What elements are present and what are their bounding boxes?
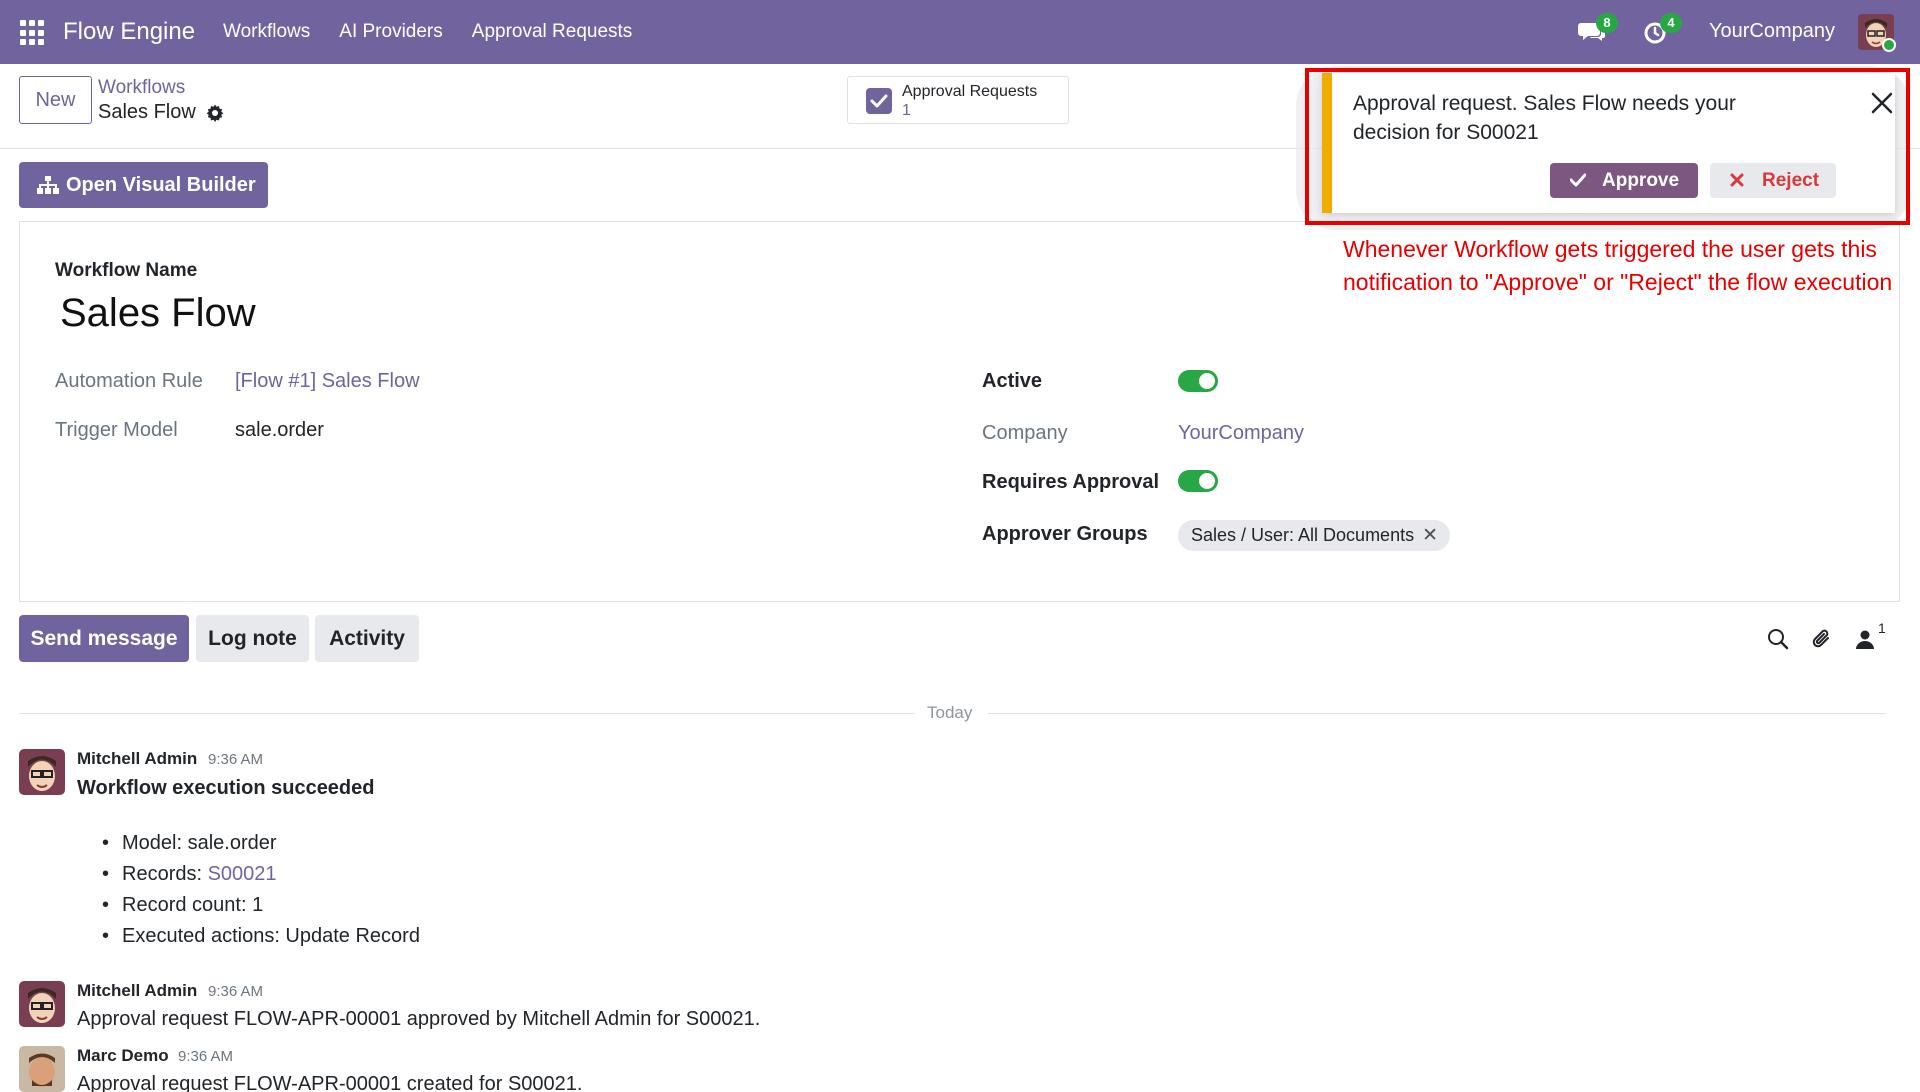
followers-count: 1 [1878,620,1886,636]
message-author[interactable]: Mitchell Admin [77,749,197,769]
annotation-text: Whenever Workflow gets triggered the use… [1343,236,1893,295]
automation-rule-label: Automation Rule [55,370,203,392]
checkmark-icon [1570,173,1586,187]
new-button[interactable]: New [19,76,92,124]
list-item: Records: S00021 [100,859,420,890]
approval-requests-smart-button[interactable]: Approval Requests 1 [847,76,1069,124]
online-status-dot [1882,38,1896,52]
message-title: Workflow execution succeeded [77,777,375,799]
menu-item-ai-providers[interactable]: AI Providers [339,21,442,43]
active-toggle[interactable] [1178,370,1218,392]
divider-line-left [19,713,914,714]
automation-rule-link[interactable]: [Flow #1] Sales Flow [235,370,420,393]
main-menu: Workflows AI Providers Approval Requests [223,21,632,43]
message-author[interactable]: Mitchell Admin [77,981,197,1001]
approver-group-tag: Sales / User: All Documents ✕ [1178,520,1451,551]
list-item: Record count: 1 [100,890,420,921]
cross-icon [1730,173,1744,187]
message-author[interactable]: Marc Demo [77,1046,169,1066]
menu-item-approval-requests[interactable]: Approval Requests [472,21,633,43]
approval-notification: Approval request. Sales Flow needs your … [1322,73,1895,213]
trigger-model-field[interactable]: sale.order [235,419,324,442]
author-avatar[interactable] [19,981,65,1027]
message-time: 9:36 AM [178,1048,234,1065]
close-icon[interactable] [1870,91,1894,115]
message-time: 9:36 AM [208,983,264,1000]
breadcrumb-current: Sales Flow [98,101,196,123]
remove-tag-icon[interactable]: ✕ [1422,520,1438,551]
messaging-menu[interactable]: 8 [1578,13,1618,45]
approve-button[interactable]: Approve [1550,163,1698,198]
approve-label: Approve [1602,170,1680,191]
message-body: Approval request FLOW-APR-00001 approved… [77,1008,761,1030]
author-avatar[interactable] [19,749,65,795]
top-navbar: Flow Engine Workflows AI Providers Appro… [0,0,1920,64]
approver-groups-label: Approver Groups [982,523,1148,545]
gear-icon[interactable] [205,103,225,123]
open-visual-builder-button[interactable]: Open Visual Builder [19,162,268,208]
requires-approval-label: Requires Approval [982,471,1160,493]
divider-line-right [988,713,1886,714]
builder-button-label: Open Visual Builder [66,174,256,196]
search-icon[interactable] [1766,627,1790,651]
record-link[interactable]: S00021 [208,863,277,885]
list-item: Model: sale.order [100,828,420,859]
breadcrumb-workflows[interactable]: Workflows [98,77,185,99]
company-field[interactable]: YourCompany [1178,422,1304,445]
reject-button[interactable]: Reject [1710,163,1836,198]
reject-label: Reject [1762,170,1820,191]
message-body: Approval request FLOW-APR-00001 created … [77,1073,583,1092]
requires-approval-toggle[interactable] [1178,470,1218,492]
author-avatar[interactable] [19,1046,65,1092]
paperclip-icon[interactable] [1810,627,1834,651]
activity-menu[interactable]: 4 [1642,13,1682,45]
menu-item-workflows[interactable]: Workflows [223,21,310,43]
company-switcher[interactable]: YourCompany [1709,20,1835,43]
checkbox-icon [866,88,892,114]
messages-badge: 8 [1596,13,1618,33]
date-divider: Today [927,703,973,722]
smart-button-title: Approval Requests [902,83,1038,100]
sitemap-icon [37,176,59,194]
company-label: Company [982,422,1068,444]
approver-group-tag-label: Sales / User: All Documents [1191,525,1415,545]
smart-button-count: 1 [902,102,911,119]
app-brand[interactable]: Flow Engine [63,18,195,46]
workflow-name-field[interactable]: Sales Flow [60,291,256,336]
workflow-name-label: Workflow Name [55,260,198,281]
trigger-model-label: Trigger Model [55,419,178,441]
log-note-button[interactable]: Log note [196,615,309,662]
send-message-button[interactable]: Send message [19,615,189,662]
notification-message: Approval request. Sales Flow needs your … [1353,92,1736,144]
active-label: Active [982,370,1043,392]
records-label: Records: [122,863,208,885]
message-time: 9:36 AM [208,751,264,768]
apps-menu-icon[interactable] [20,20,46,46]
activity-button[interactable]: Activity [315,615,419,662]
execution-details-list: Model: sale.order Records: S00021 Record… [100,828,420,952]
list-item: Executed actions: Update Record [100,921,420,952]
activities-badge: 4 [1660,13,1682,33]
followers-icon[interactable] [1853,627,1877,651]
